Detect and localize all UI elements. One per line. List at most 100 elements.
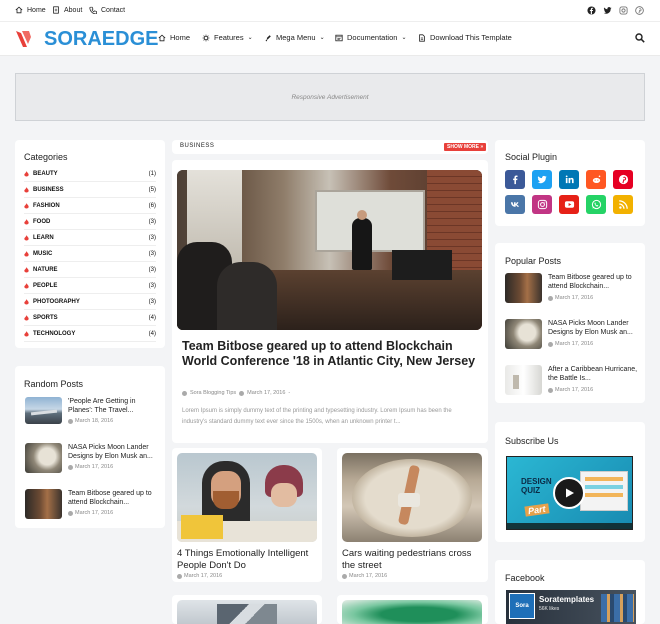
post-thumbnail[interactable] — [25, 443, 62, 473]
widget-title: Subscribe Us — [505, 436, 559, 446]
post-date: March 17, 2016 — [68, 510, 113, 516]
gear-icon — [202, 34, 210, 41]
facebook-page-logo: Sora — [509, 593, 535, 619]
flame-icon — [24, 298, 29, 304]
facebook-page-embed[interactable]: Sora Soratemplates 56K likes — [506, 590, 636, 624]
post-title[interactable]: After a Caribbean Hurricane, the Battle … — [548, 365, 638, 383]
clock-icon — [548, 295, 553, 301]
section-header — [172, 140, 488, 154]
post-thumbnail[interactable] — [25, 489, 62, 519]
post-date: March 18, 2016 — [68, 418, 113, 424]
category-item[interactable]: FOOD (3) — [24, 214, 156, 230]
featured-meta: Sora Blogging Tips March 17, 2016 - — [182, 390, 290, 396]
clock-icon — [548, 387, 553, 393]
post-date: March 17, 2016 — [68, 464, 113, 470]
youtube-share-button[interactable] — [559, 195, 579, 214]
ad-slot[interactable]: Responsive Advertisement — [15, 73, 645, 121]
post-thumbnail[interactable] — [177, 600, 317, 624]
post-date: March 17, 2016 — [548, 341, 593, 347]
facebook-likes: 56K likes — [539, 606, 560, 612]
post-title[interactable]: NASA Picks Moon Lander Designs by Elon M… — [68, 443, 158, 461]
top-link-home[interactable]: Home — [15, 6, 46, 14]
rss-share-button[interactable] — [613, 195, 633, 214]
linkedin-share-button[interactable] — [559, 170, 579, 189]
show-more-button[interactable]: SHOW MORE » — [444, 143, 487, 151]
post-title[interactable]: Team Bitbose geared up to attend Blockch… — [548, 273, 638, 291]
featured-title[interactable]: Team Bitbose geared up to attend Blockch… — [182, 339, 478, 369]
whatsapp-share-button[interactable] — [586, 195, 606, 214]
category-item[interactable]: BUSINESS (5) — [24, 182, 156, 198]
category-item[interactable]: PHOTOGRAPHY (3) — [24, 294, 156, 310]
widget-title: Facebook — [505, 573, 545, 583]
play-button[interactable] — [553, 477, 585, 509]
top-link-about[interactable]: About — [52, 6, 82, 14]
flame-icon — [24, 314, 29, 320]
instagram-icon[interactable] — [618, 5, 629, 16]
youtube-icon — [564, 201, 574, 208]
facebook-icon — [512, 175, 518, 185]
flame-icon — [24, 330, 29, 336]
post-thumbnail[interactable] — [505, 319, 542, 349]
category-item[interactable]: PEOPLE (3) — [24, 278, 156, 294]
search-icon[interactable] — [635, 33, 645, 43]
category-item[interactable]: NATURE (3) — [24, 262, 156, 278]
clock-icon — [68, 418, 73, 424]
site-logo[interactable]: SORAEDGE — [44, 28, 158, 51]
reddit-share-button[interactable] — [586, 170, 606, 189]
post-title[interactable]: NASA Picks Moon Lander Designs by Elon M… — [548, 319, 638, 337]
pinterest-share-button[interactable] — [613, 170, 633, 189]
nav-mega-menu[interactable]: Mega Menu ⌄ — [264, 33, 325, 42]
pen-icon — [265, 34, 271, 41]
home-icon — [158, 34, 166, 41]
post-date: March 17, 2016 — [342, 573, 387, 579]
category-item[interactable]: LEARN (3) — [24, 230, 156, 246]
play-icon — [566, 488, 574, 498]
post-thumbnail[interactable] — [177, 453, 317, 542]
author-name[interactable]: Sora Blogging Tips — [190, 390, 236, 396]
flame-icon — [24, 186, 29, 192]
facebook-page-name[interactable]: Soratemplates — [539, 595, 594, 604]
flame-icon — [24, 170, 29, 176]
post-title[interactable]: 4 Things Emotionally Intelligent People … — [177, 548, 317, 572]
instagram-icon — [537, 199, 547, 210]
logo-mark-icon — [16, 31, 31, 47]
post-thumbnail[interactable] — [342, 600, 482, 624]
video-title: DESIGN QUIZ — [521, 477, 552, 495]
twitter-share-button[interactable] — [532, 170, 552, 189]
post-title[interactable]: 'People Are Getting in Planes': The Trav… — [68, 397, 158, 415]
clock-icon — [68, 510, 73, 516]
instagram-share-button[interactable] — [532, 195, 552, 214]
post-title[interactable]: Cars waiting pedestrians cross the stree… — [342, 548, 482, 572]
featured-image[interactable] — [177, 170, 482, 330]
category-item[interactable]: MUSIC (3) — [24, 246, 156, 262]
nav-documentation[interactable]: Documentation ⌄ — [335, 33, 406, 42]
category-item[interactable]: BEAUTY (1) — [24, 166, 156, 182]
clock-icon — [239, 390, 245, 396]
whatsapp-icon — [591, 199, 601, 210]
category-item[interactable]: FASHION (6) — [24, 198, 156, 214]
facebook-share-button[interactable] — [505, 170, 525, 189]
post-thumbnail[interactable] — [25, 397, 62, 424]
twitter-icon[interactable] — [602, 5, 613, 16]
nav-features[interactable]: Features ⌄ — [202, 33, 253, 42]
nav-home[interactable]: Home — [158, 33, 190, 42]
top-link-contact[interactable]: Contact — [89, 6, 125, 14]
nav-download-template[interactable]: Download This Template — [418, 33, 512, 42]
flame-icon — [24, 266, 29, 272]
category-item[interactable]: TECHNOLOGY (4) — [24, 326, 156, 342]
vk-icon — [510, 202, 519, 207]
facebook-icon[interactable] — [586, 5, 597, 16]
clock-icon — [68, 464, 73, 470]
post-thumbnail[interactable] — [505, 273, 542, 303]
clock-icon — [548, 341, 553, 347]
twitter-icon — [537, 175, 547, 184]
featured-excerpt: Lorem Ipsum is simply dummy text of the … — [182, 408, 452, 425]
post-date: March 17, 2016 — [548, 387, 593, 393]
vk-share-button[interactable] — [505, 195, 525, 214]
post-thumbnail[interactable] — [342, 453, 482, 542]
post-date: March 17, 2016 — [177, 573, 222, 579]
category-item[interactable]: SPORTS (4) — [24, 310, 156, 326]
post-title[interactable]: Team Bitbose geared up to attend Blockch… — [68, 489, 158, 507]
pinterest-icon[interactable] — [634, 5, 645, 16]
post-thumbnail[interactable] — [505, 365, 542, 395]
